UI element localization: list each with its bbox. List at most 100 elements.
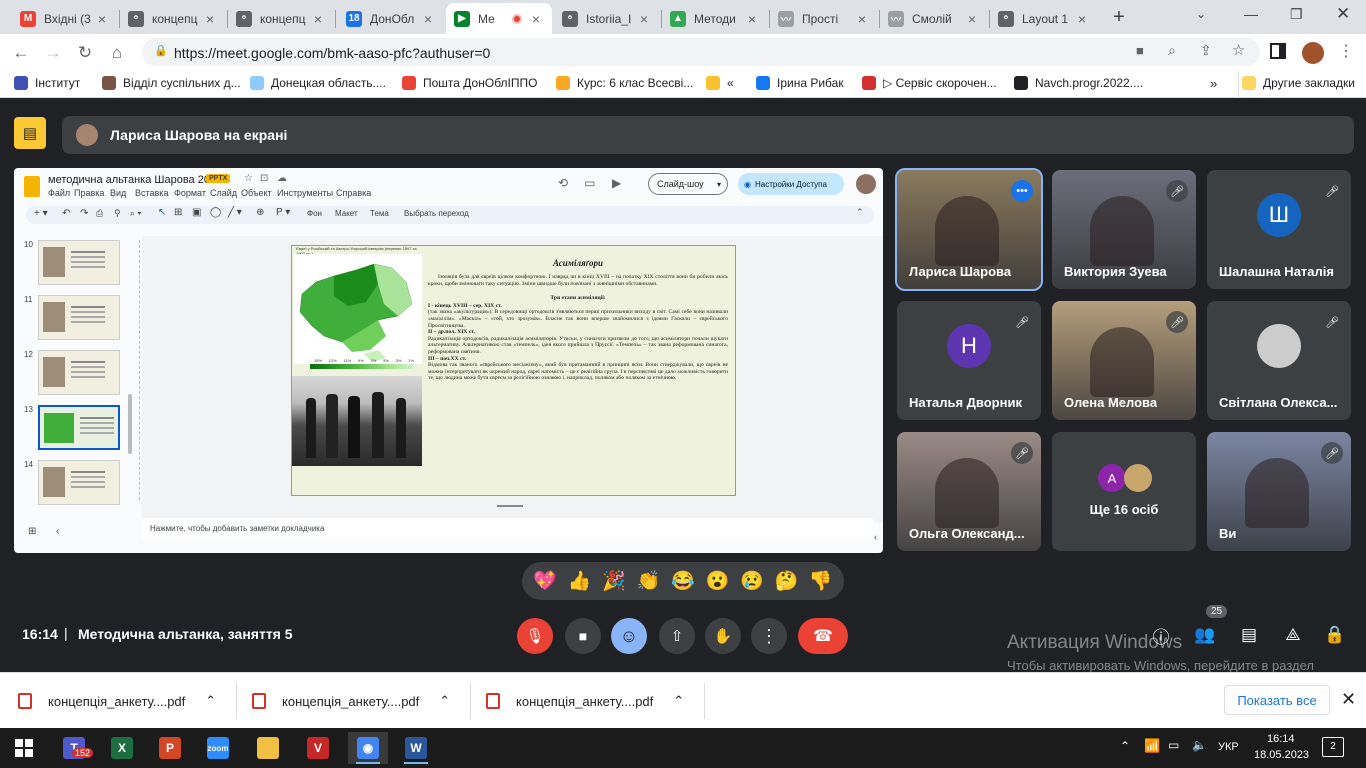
participant-tile[interactable]: Олена Мелова 🎤︎ xyxy=(1052,301,1196,420)
chevron-up-icon[interactable]: ⌃ xyxy=(205,693,216,709)
participant-tile[interactable]: Н Наталья Дворник 🎤︎ xyxy=(897,301,1041,420)
bookmark-item[interactable]: Донецкая область.... xyxy=(250,76,386,90)
meet-present-icon[interactable]: ▶ xyxy=(612,176,621,190)
slides-menu-item[interactable]: Объект xyxy=(241,188,272,198)
close-tab-icon[interactable]: × xyxy=(94,11,110,27)
star-doc-icon[interactable]: ☆ xyxy=(244,173,253,184)
present-button[interactable]: ⇧ xyxy=(659,618,695,654)
share-icon[interactable]: ⇪ xyxy=(1200,42,1212,59)
close-tab-icon[interactable]: × xyxy=(310,11,326,27)
download-item[interactable]: концепція_анкету....pdf ⌃ xyxy=(18,673,216,729)
format-icon[interactable]: P ▾ xyxy=(276,207,290,218)
browser-tab[interactable]: ▲ Методи × xyxy=(662,3,768,34)
camera-blocked-icon[interactable]: ■ xyxy=(1136,43,1144,58)
zoom-tool-icon[interactable]: ⌕ ▾ xyxy=(130,208,141,219)
slides-menu-item[interactable]: Формат xyxy=(174,188,206,198)
browser-tab[interactable]: ⚬ концепц × xyxy=(120,3,226,34)
reaction-emoji[interactable]: 🎉 xyxy=(602,569,626,593)
grid-view-icon[interactable]: ⊞ xyxy=(28,526,36,537)
chat-icon[interactable]: ▤ xyxy=(1236,622,1262,648)
chevron-up-icon[interactable]: ⌃ xyxy=(673,693,684,709)
reaction-emoji[interactable]: 😢 xyxy=(740,569,764,593)
bookmark-item[interactable]: « xyxy=(706,76,734,90)
forward-icon[interactable]: → xyxy=(42,42,64,64)
slide-thumbnail[interactable] xyxy=(38,350,120,395)
participant-tile[interactable]: Ви 🎤︎ xyxy=(1207,432,1351,551)
show-all-button[interactable]: Показать все xyxy=(1224,685,1330,715)
add-icon[interactable]: + ▾ xyxy=(34,208,48,219)
lock-icon[interactable]: 🔒 xyxy=(154,44,168,57)
undo-icon[interactable]: ↶ xyxy=(62,208,70,219)
reaction-emoji[interactable]: 🤔 xyxy=(774,569,798,593)
speaker-notes-placeholder[interactable]: Нажмите, чтобы добавить заметки докладчи… xyxy=(150,524,324,533)
comment-icon[interactable]: ⊕ xyxy=(256,207,264,218)
browser-tab[interactable]: ⚬ концепц × xyxy=(228,3,334,34)
move-doc-icon[interactable]: ⊡ xyxy=(260,173,268,184)
close-tab-icon[interactable]: × xyxy=(202,11,218,27)
comments-icon[interactable]: ▭ xyxy=(584,176,595,190)
shape-icon[interactable]: ◯ xyxy=(210,207,221,218)
slide-thumbnail[interactable] xyxy=(38,295,120,340)
browser-tab[interactable]: ⚬ Istoriia_I × xyxy=(554,3,660,34)
slides-menu-item[interactable]: Инструменты xyxy=(277,188,333,198)
maximize-button[interactable]: ❐ xyxy=(1290,6,1303,23)
url-text[interactable]: https://meet.google.com/bmk-aaso-pfc?aut… xyxy=(174,45,490,61)
slides-menu-item[interactable]: Правка xyxy=(74,188,104,198)
line-icon[interactable]: ╱ ▾ xyxy=(228,207,242,218)
reaction-emoji[interactable]: 👍 xyxy=(568,569,592,593)
image-icon[interactable]: ▣ xyxy=(192,207,201,218)
download-item[interactable]: концепція_анкету....pdf ⌃ xyxy=(486,673,684,729)
taskbar-app-word[interactable]: W xyxy=(396,732,436,764)
taskbar-app-explorer[interactable] xyxy=(248,732,288,764)
side-panel-expand-icon[interactable]: ‹ xyxy=(874,532,877,542)
host-controls-icon[interactable]: 🔒 xyxy=(1322,622,1348,648)
zoom-icon[interactable]: ⌕ xyxy=(1168,42,1176,59)
taskbar-app-powerpoint[interactable]: P xyxy=(150,732,190,764)
paint-format-icon[interactable]: ⚲ xyxy=(114,208,121,219)
volume-icon[interactable]: 🔈 xyxy=(1192,738,1207,752)
slides-tool-button[interactable]: Макет xyxy=(335,209,358,218)
slideshow-button[interactable]: Слайд-шоу ▾ xyxy=(648,173,728,195)
browser-tab[interactable]: 18 ДонОбл × xyxy=(338,3,444,34)
close-tab-icon[interactable]: × xyxy=(744,11,760,27)
sidepanel-icon[interactable] xyxy=(1270,43,1286,59)
doc-title[interactable]: методична альтанка Шарова 2023 xyxy=(48,174,222,186)
close-window-button[interactable]: ✕ xyxy=(1336,4,1350,24)
close-tab-icon[interactable]: × xyxy=(854,11,870,27)
reload-icon[interactable]: ↻ xyxy=(74,42,96,64)
star-icon[interactable]: ☆ xyxy=(1232,41,1245,59)
textbox-icon[interactable]: ⊞ xyxy=(174,207,182,218)
close-tab-icon[interactable]: × xyxy=(528,11,544,27)
minimize-button[interactable]: — xyxy=(1244,6,1258,22)
redo-icon[interactable]: ↷ xyxy=(80,208,88,219)
slide-thumbnail[interactable] xyxy=(38,405,120,450)
bookmark-item[interactable]: Курс: 6 клас Всесві... xyxy=(556,76,693,90)
participant-tile[interactable]: Ольга Олександ... 🎤︎ xyxy=(897,432,1041,551)
home-icon[interactable]: ⌂ xyxy=(106,42,128,64)
close-tab-icon[interactable]: × xyxy=(636,11,652,27)
browser-tab[interactable]: ⚬ Layout 1 × xyxy=(990,3,1098,34)
notes-resize-handle[interactable] xyxy=(497,505,523,507)
browser-tab[interactable]: 〰 Смолій × xyxy=(880,3,988,34)
slides-tool-button[interactable]: Выбрать переход xyxy=(404,209,469,218)
bookmark-item[interactable]: ▷ Сервіс скорочен... xyxy=(862,76,997,90)
tray-chevron-icon[interactable]: ⌃ xyxy=(1120,739,1130,753)
chevron-up-icon[interactable]: ⌃ xyxy=(439,693,450,709)
history-icon[interactable]: ⟲ xyxy=(558,176,568,190)
reaction-emoji[interactable]: 😂 xyxy=(671,569,695,593)
account-avatar[interactable] xyxy=(856,174,876,194)
participant-tile[interactable]: Світлана Олекса... 🎤︎ xyxy=(1207,301,1351,420)
participant-tile[interactable]: Лариса Шарова ••• xyxy=(895,168,1043,291)
reaction-emoji[interactable]: 💖 xyxy=(533,569,557,593)
slides-menu-item[interactable]: Справка xyxy=(336,188,371,198)
wifi-icon[interactable]: 📶 xyxy=(1144,738,1160,754)
slides-menu-item[interactable]: Вид xyxy=(110,188,126,198)
mic-off-button[interactable]: 🎙︎ xyxy=(517,618,553,654)
browser-tab[interactable]: ▶ Ме × xyxy=(446,3,552,34)
slides-tool-button[interactable]: Фон xyxy=(307,209,322,218)
collapse-filmstrip-icon[interactable]: ‹ xyxy=(56,526,59,537)
slides-menu-item[interactable]: Вставка xyxy=(135,188,168,198)
camera-button[interactable]: ■ xyxy=(565,618,601,654)
bookmark-item[interactable]: Navch.progr.2022.... xyxy=(1014,76,1143,90)
presentation-icon[interactable]: ▤ xyxy=(14,117,46,149)
